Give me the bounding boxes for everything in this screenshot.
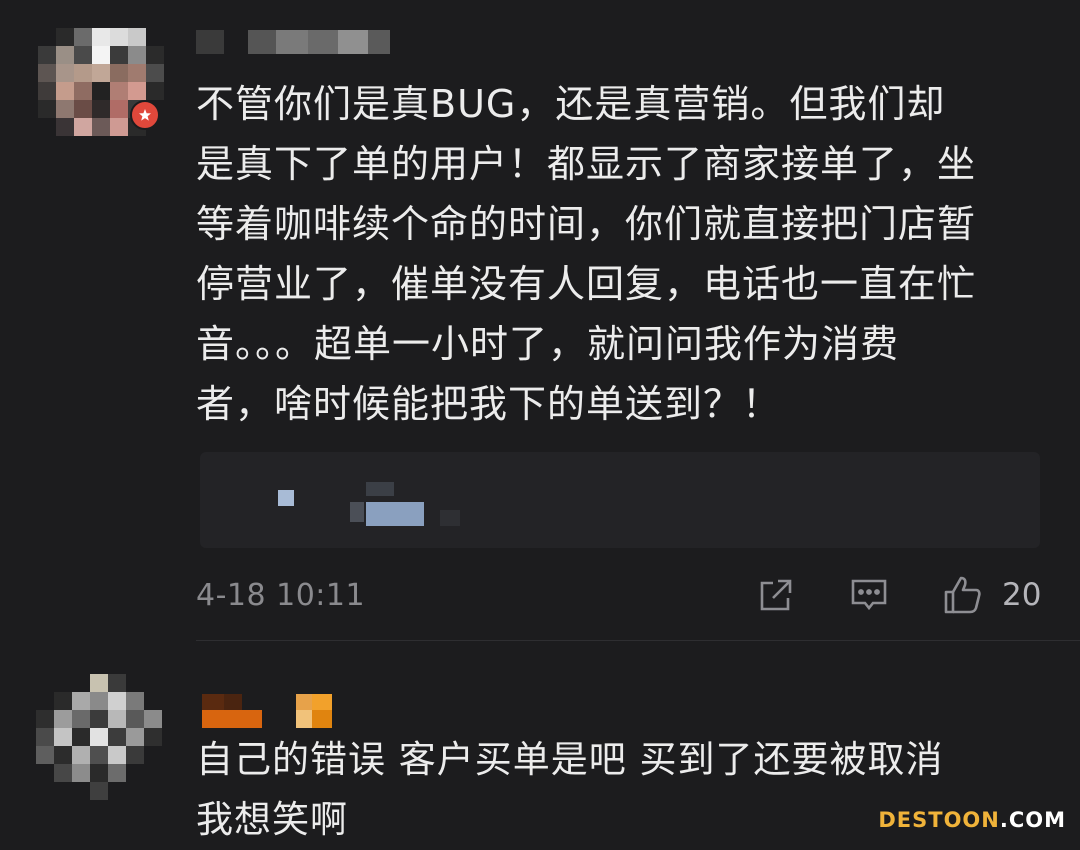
comment-meta: 4-18 10:11 20 xyxy=(196,572,1046,622)
comment-text: 不管你们是真BUG，还是真营销。但我们却 是真下了单的用户！都显示了商家接单了，… xyxy=(196,82,977,426)
divider xyxy=(196,640,1080,641)
username-redacted[interactable] xyxy=(202,694,342,734)
like-count: 20 xyxy=(1002,577,1042,613)
share-icon xyxy=(756,575,796,615)
timestamp: 4-18 10:11 xyxy=(196,578,366,613)
thumbs-up-icon xyxy=(942,574,984,616)
username-redacted[interactable] xyxy=(196,30,396,54)
share-button[interactable] xyxy=(756,574,796,616)
verified-badge-icon xyxy=(130,100,160,130)
watermark: DESTOON.COM xyxy=(878,808,1066,832)
reply-button[interactable] xyxy=(849,574,889,616)
comment-item: 不管你们是真BUG，还是真营销。但我们却 是真下了单的用户！都显示了商家接单了，… xyxy=(0,0,1080,660)
comment-icon xyxy=(849,575,889,615)
quoted-reply-redacted[interactable] xyxy=(200,452,1040,548)
comment-text: 自己的错误 客户买单是吧 买到了还要被取消 我想笑啊 xyxy=(196,738,944,841)
avatar[interactable] xyxy=(36,674,168,800)
like-button[interactable]: 20 xyxy=(942,574,1041,616)
